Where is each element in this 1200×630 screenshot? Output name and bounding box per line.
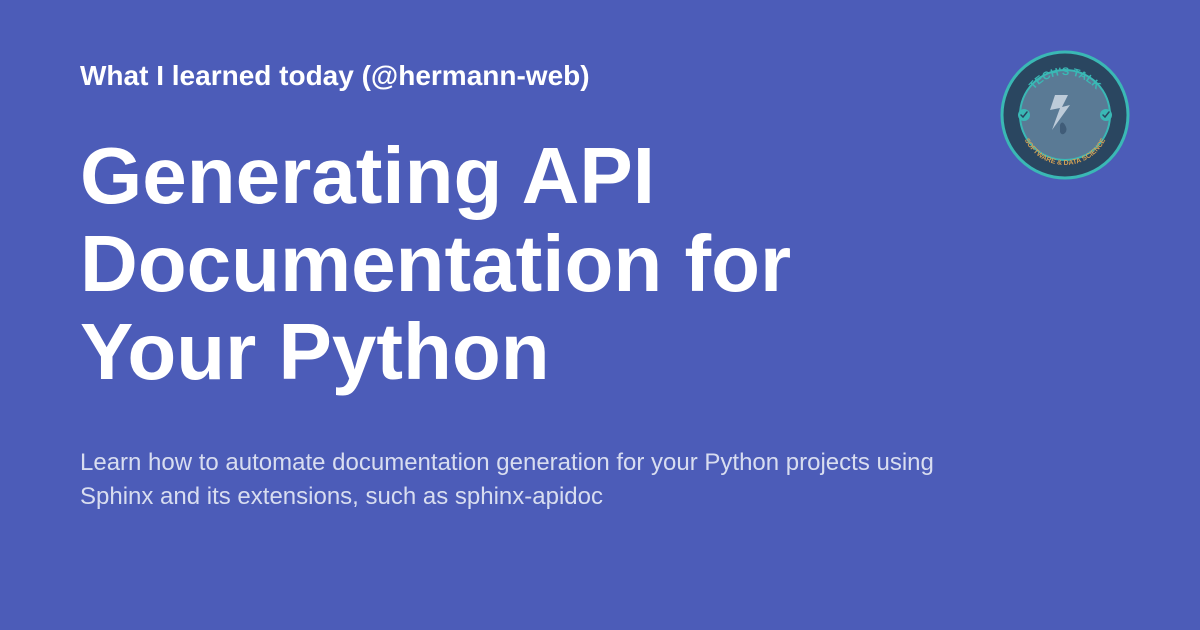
logo-icon: TECH'S TALK SOFTWARE & DATA SCIENCE	[1000, 50, 1130, 180]
page-header: What I learned today (@hermann-web)	[80, 60, 1120, 92]
page-title: Generating API Documentation for Your Py…	[80, 132, 960, 396]
logo-badge: TECH'S TALK SOFTWARE & DATA SCIENCE	[1000, 50, 1130, 180]
page-description: Learn how to automate documentation gene…	[80, 446, 980, 513]
